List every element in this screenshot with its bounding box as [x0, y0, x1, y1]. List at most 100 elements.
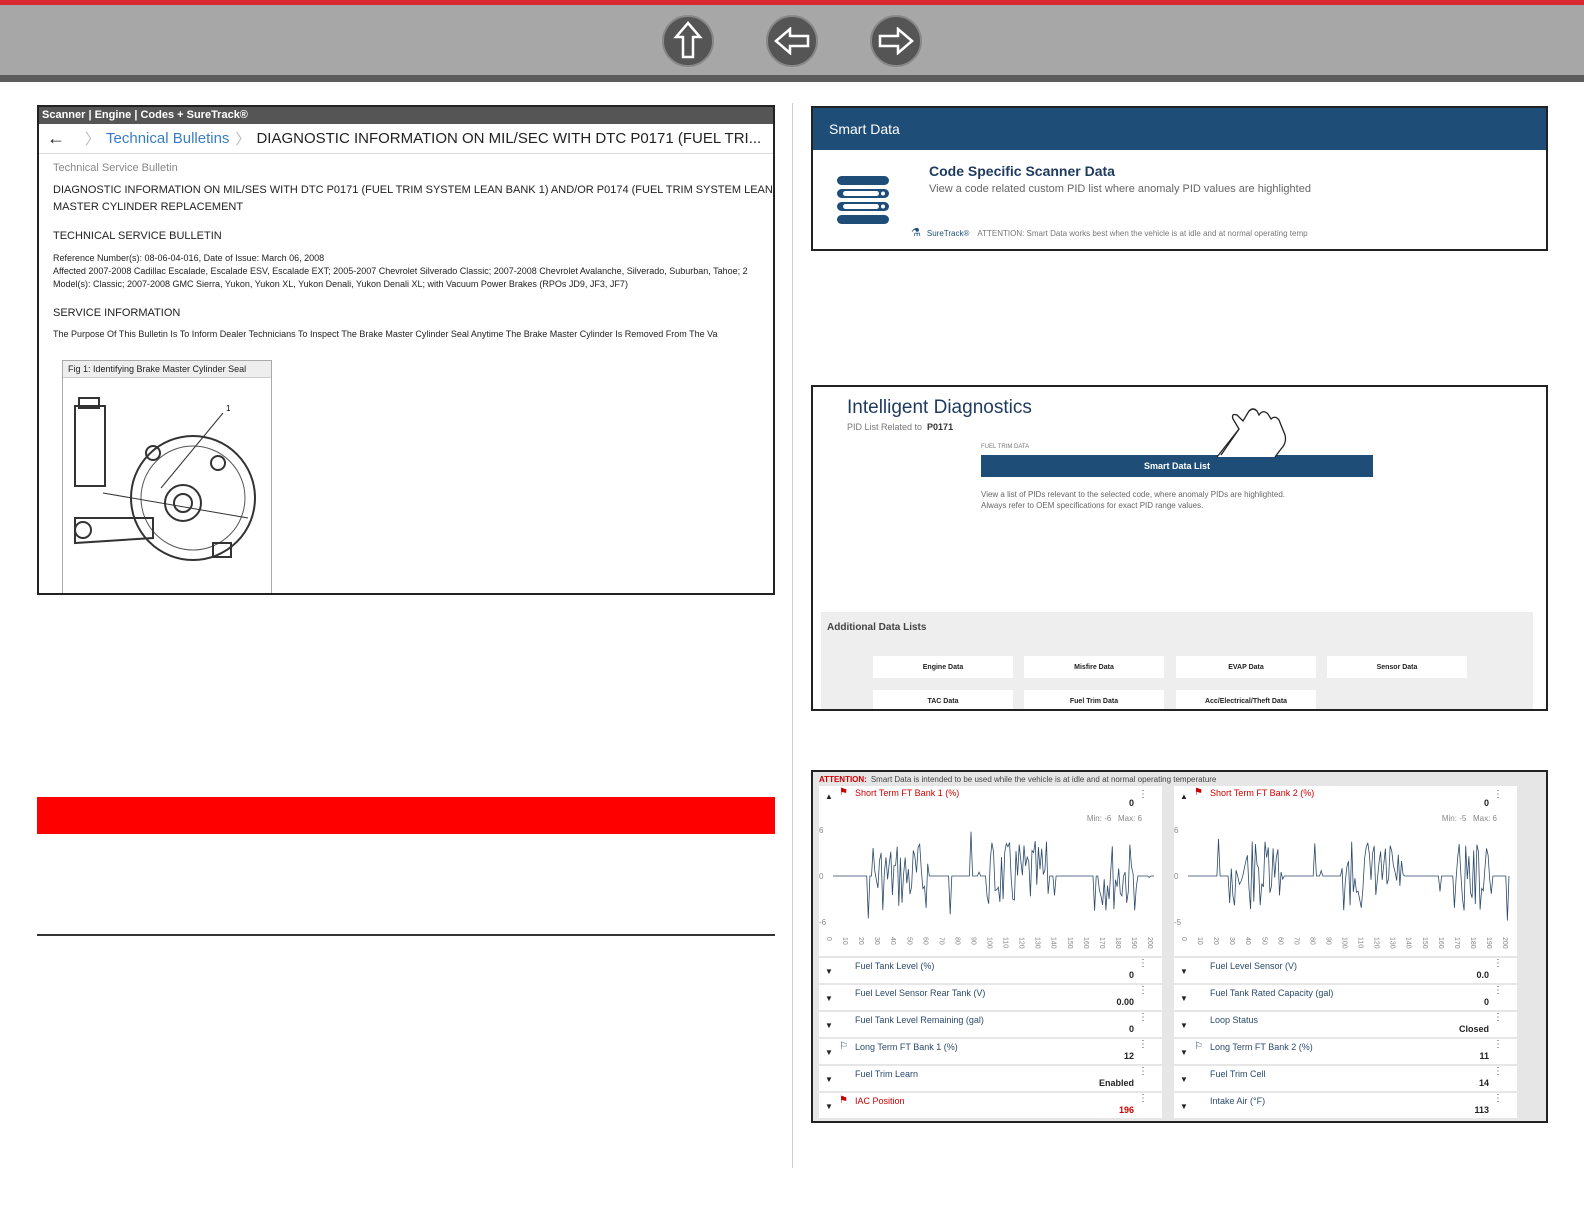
x-tick-label: 10: [841, 937, 848, 945]
x-tick-label: 180: [1114, 937, 1121, 949]
expand-icon[interactable]: ▼: [1180, 1048, 1188, 1057]
fuel-trim-data-button[interactable]: Fuel Trim Data: [1024, 690, 1164, 709]
smart-data-card[interactable]: Smart Data Code Specific Scanner Data Vi…: [811, 106, 1548, 251]
pid-row[interactable]: ▼ Fuel Level Sensor (V) 0.0 ⋮: [1174, 958, 1517, 983]
pid-row[interactable]: ▼ Fuel Tank Rated Capacity (gal) 0 ⋮: [1174, 985, 1517, 1010]
column-divider: [792, 103, 793, 1168]
x-tick-label: 0: [825, 937, 832, 941]
pid-name: Fuel Tank Level (%): [855, 961, 935, 971]
attention-banner: ATTENTION: Smart Data is intended to be u…: [819, 775, 1216, 784]
pid-code: P0171: [927, 422, 954, 432]
expand-icon[interactable]: ▼: [825, 967, 833, 976]
x-tick-label: 50: [905, 937, 912, 945]
forward-button[interactable]: [870, 15, 922, 67]
more-menu-icon[interactable]: ⋮: [1493, 986, 1503, 996]
more-menu-icon[interactable]: ⋮: [1138, 959, 1148, 969]
expand-icon[interactable]: ▼: [1180, 994, 1188, 1003]
more-menu-icon[interactable]: ⋮: [1493, 1094, 1503, 1104]
pid-row[interactable]: ▼ ⚐ Long Term FT Bank 2 (%) 11 ⋮: [1174, 1039, 1517, 1064]
pid-row[interactable]: ▼ Fuel Trim Cell 14 ⋮: [1174, 1066, 1517, 1091]
x-tick-label: 100: [986, 937, 993, 949]
more-menu-icon[interactable]: ⋮: [1138, 1040, 1148, 1050]
bulletin-title-line2: MASTER CYLINDER REPLACEMENT: [53, 201, 244, 213]
x-tick-label: 180: [1469, 937, 1476, 949]
tsb-heading: TECHNICAL SERVICE BULLETIN: [53, 230, 222, 242]
engine-data-button[interactable]: Engine Data: [873, 656, 1013, 678]
acc-electrical-theft-button[interactable]: Acc/Electrical/Theft Data: [1176, 690, 1316, 709]
breadcrumb-technical-bulletins[interactable]: Technical Bulletins: [106, 130, 229, 147]
pid-row[interactable]: ▼ Fuel Level Sensor Rear Tank (V) 0.00 ⋮: [819, 985, 1162, 1010]
collapse-icon[interactable]: ▲: [1180, 792, 1188, 801]
suretrack-icon: ⚗: [911, 227, 921, 239]
pid-name: Short Term FT Bank 2 (%): [1210, 788, 1315, 798]
more-menu-icon[interactable]: ⋮: [1138, 1013, 1148, 1023]
pid-graph-stft-bank2[interactable]: ▲ ⚑ Short Term FT Bank 2 (%) 0 ⋮ Min: -5…: [1174, 786, 1517, 956]
more-menu-icon[interactable]: ⋮: [1493, 959, 1503, 969]
expand-icon[interactable]: ▼: [1180, 1021, 1188, 1030]
tsb-screenshot: Scanner | Engine | Codes + SureTrack® ← …: [37, 105, 775, 595]
expand-icon[interactable]: ▼: [1180, 967, 1188, 976]
evap-data-button[interactable]: EVAP Data: [1176, 656, 1316, 678]
pid-row[interactable]: ▼ Intake Air (°F) 113 ⋮: [1174, 1093, 1517, 1118]
pid-value: 0.00: [1116, 997, 1134, 1007]
x-tick-label: 200: [1146, 937, 1153, 949]
misfire-data-button[interactable]: Misfire Data: [1024, 656, 1164, 678]
more-menu-icon[interactable]: ⋮: [1493, 1067, 1503, 1077]
expand-icon[interactable]: ▼: [825, 1102, 833, 1111]
more-menu-icon[interactable]: ⋮: [1138, 1067, 1148, 1077]
flag-icon: ⚐: [839, 1041, 848, 1052]
pid-row[interactable]: ▼ Fuel Tank Level (%) 0 ⋮: [819, 958, 1162, 983]
expand-icon[interactable]: ▼: [825, 994, 833, 1003]
x-tick-label: 170: [1098, 937, 1105, 949]
more-menu-icon[interactable]: ⋮: [1138, 1094, 1148, 1104]
pid-row[interactable]: ▼ Fuel Trim Learn Enabled ⋮: [819, 1066, 1162, 1091]
expand-icon[interactable]: ▼: [825, 1048, 833, 1057]
collapse-icon[interactable]: ▲: [825, 792, 833, 801]
more-menu-icon[interactable]: ⋮: [1138, 790, 1148, 800]
service-heading: SERVICE INFORMATION: [53, 307, 181, 319]
more-menu-icon[interactable]: ⋮: [1138, 986, 1148, 996]
expand-icon[interactable]: ▼: [1180, 1102, 1188, 1111]
pid-name: Long Term FT Bank 1 (%): [855, 1042, 958, 1052]
x-tick-label: 50: [1260, 937, 1267, 945]
chevron-right-icon: 〉: [85, 131, 101, 148]
smart-data-title: Code Specific Scanner Data: [929, 163, 1115, 179]
chevron-right-icon: 〉: [235, 131, 251, 148]
figure-caption: Fig 1: Identifying Brake Master Cylinder…: [63, 361, 271, 378]
expand-icon[interactable]: ▼: [825, 1021, 833, 1030]
pid-row[interactable]: ▼ ⚑ IAC Position 196 ⋮: [819, 1093, 1162, 1118]
more-menu-icon[interactable]: ⋮: [1493, 790, 1503, 800]
intel-desc-line2: Always refer to OEM specifications for e…: [981, 501, 1204, 510]
back-arrow-icon[interactable]: ←: [47, 128, 65, 149]
x-tick-label: 30: [873, 937, 880, 945]
back-button[interactable]: [766, 15, 818, 67]
pid-row[interactable]: ▼ ⚐ Long Term FT Bank 1 (%) 12 ⋮: [819, 1039, 1162, 1064]
expand-icon[interactable]: ▼: [825, 1075, 833, 1084]
pid-name: Loop Status: [1210, 1015, 1259, 1025]
expand-icon[interactable]: ▼: [1180, 1075, 1188, 1084]
pid-value: 0: [1128, 1024, 1134, 1034]
x-tick-label: 120: [1373, 937, 1380, 949]
pid-name: Fuel Tank Level Remaining (gal): [855, 1015, 984, 1025]
purpose-text: The Purpose Of This Bulletin Is To Infor…: [53, 329, 718, 339]
sensor-data-button[interactable]: Sensor Data: [1327, 656, 1467, 678]
stft-bank1-chart: 6 0 -6 0 10 20 30 40 50 60 70 80 90 100 110 120 130 14…: [819, 826, 1154, 949]
more-menu-icon[interactable]: ⋮: [1493, 1013, 1503, 1023]
tac-data-button[interactable]: TAC Data: [873, 690, 1013, 709]
pid-value: 14: [1478, 1078, 1489, 1088]
y-tick-max: 6: [1174, 826, 1179, 835]
x-tick-label: 0: [1180, 937, 1187, 941]
pid-value: 0: [1128, 970, 1134, 980]
pid-graph-stft-bank1[interactable]: ▲ ⚑ Short Term FT Bank 1 (%) 0 ⋮ Min: -6…: [819, 786, 1162, 956]
up-button[interactable]: [662, 15, 714, 67]
right-arrow-icon: [878, 27, 914, 55]
pid-row[interactable]: ▼ Loop Status Closed ⋮: [1174, 1012, 1517, 1037]
bulletin-title: DIAGNOSTIC INFORMATION ON MIL/SES WITH D…: [53, 182, 775, 216]
pid-list-text: PID List Related to: [847, 422, 923, 432]
x-tick-label: 170: [1453, 937, 1460, 949]
x-tick-label: 130: [1389, 937, 1396, 949]
smart-data-list-button[interactable]: Smart Data List: [981, 455, 1373, 477]
more-menu-icon[interactable]: ⋮: [1493, 1040, 1503, 1050]
bulletin-title-line1: DIAGNOSTIC INFORMATION ON MIL/SES WITH D…: [53, 184, 775, 196]
pid-row[interactable]: ▼ Fuel Tank Level Remaining (gal) 0 ⋮: [819, 1012, 1162, 1037]
